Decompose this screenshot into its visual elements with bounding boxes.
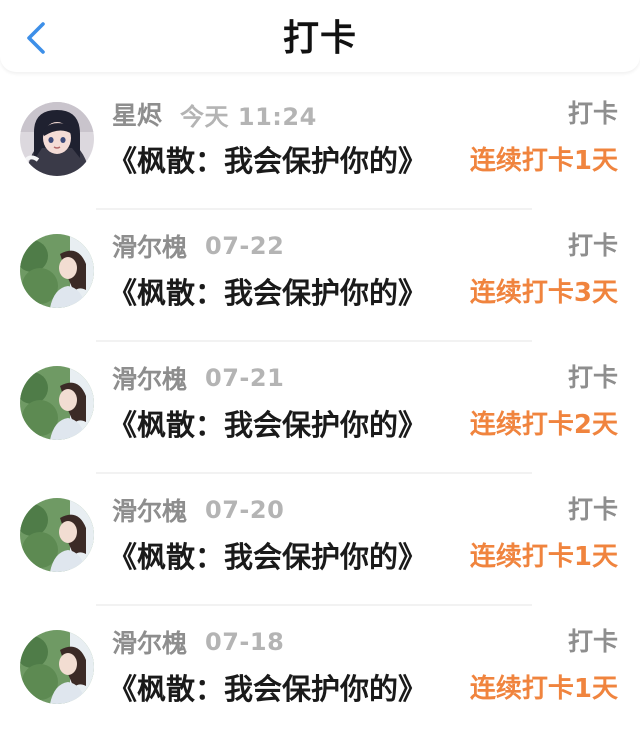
photo-girl-avatar-icon (20, 366, 94, 440)
checkin-record: 滑尔槐 07-22 打卡 《枫散：我会保护你的》 连续打卡3天 (0, 212, 640, 344)
top-bar: 打卡 (0, 0, 640, 72)
book-title[interactable]: 《枫散：我会保护你的》 (108, 536, 427, 578)
checkin-record: 滑尔槐 07-20 打卡 《枫散：我会保护你的》 连续打卡1天 (0, 476, 640, 608)
row-divider (96, 604, 532, 606)
checkin-record: 滑尔槐 07-18 打卡 《枫散：我会保护你的》 连续打卡1天 (0, 608, 640, 731)
user-avatar[interactable] (20, 102, 94, 176)
anime-girl-avatar-icon (20, 102, 94, 176)
checkin-time: 07-18 (205, 628, 285, 656)
username[interactable]: 滑尔槐 (112, 624, 187, 660)
checkin-record: 星烬 今天 11:24 打卡 《枫散：我会保护你的》 连续打卡1天 (0, 80, 640, 212)
book-title[interactable]: 《枫散：我会保护你的》 (108, 404, 427, 446)
action-label: 打卡 (567, 495, 618, 524)
record-meta: 滑尔槐 07-18 (112, 624, 284, 660)
username[interactable]: 滑尔槐 (112, 492, 187, 528)
book-title[interactable]: 《枫散：我会保护你的》 (108, 272, 427, 314)
action-label: 打卡 (567, 363, 618, 392)
photo-girl-avatar-icon (20, 630, 94, 704)
row-divider (96, 340, 532, 342)
streak-label: 连续打卡2天 (469, 410, 618, 440)
photo-girl-avatar-icon (20, 498, 94, 572)
action-label: 打卡 (567, 231, 618, 260)
checkin-screen: 打卡 星烬 今天 11:24 打卡 《枫散：我会保护你的》 连续打卡1天 滑尔槐… (0, 0, 640, 731)
record-meta: 滑尔槐 07-21 (112, 360, 284, 396)
checkin-list: 星烬 今天 11:24 打卡 《枫散：我会保护你的》 连续打卡1天 滑尔槐 07… (0, 80, 640, 731)
photo-girl-avatar-icon (20, 234, 94, 308)
checkin-time: 07-21 (205, 364, 285, 392)
user-avatar[interactable] (20, 630, 94, 704)
action-label: 打卡 (567, 627, 618, 656)
username[interactable]: 滑尔槐 (112, 228, 187, 264)
checkin-time: 今天 11:24 (180, 102, 317, 131)
book-title[interactable]: 《枫散：我会保护你的》 (108, 140, 427, 182)
username[interactable]: 滑尔槐 (112, 360, 187, 396)
streak-label: 连续打卡1天 (469, 674, 618, 704)
record-meta: 滑尔槐 07-20 (112, 492, 284, 528)
user-avatar[interactable] (20, 498, 94, 572)
checkin-record: 滑尔槐 07-21 打卡 《枫散：我会保护你的》 连续打卡2天 (0, 344, 640, 476)
streak-label: 连续打卡1天 (469, 146, 618, 176)
user-avatar[interactable] (20, 366, 94, 440)
streak-label: 连续打卡1天 (469, 542, 618, 572)
checkin-time: 07-20 (205, 496, 285, 524)
user-avatar[interactable] (20, 234, 94, 308)
book-title[interactable]: 《枫散：我会保护你的》 (108, 668, 427, 710)
checkin-time: 07-22 (205, 232, 285, 260)
row-divider (96, 208, 532, 210)
record-meta: 星烬 今天 11:24 (112, 96, 317, 132)
page-title: 打卡 (282, 18, 357, 59)
username[interactable]: 星烬 (112, 96, 162, 132)
action-label: 打卡 (567, 99, 618, 128)
streak-label: 连续打卡3天 (469, 278, 618, 308)
record-meta: 滑尔槐 07-22 (112, 228, 284, 264)
row-divider (96, 472, 532, 474)
